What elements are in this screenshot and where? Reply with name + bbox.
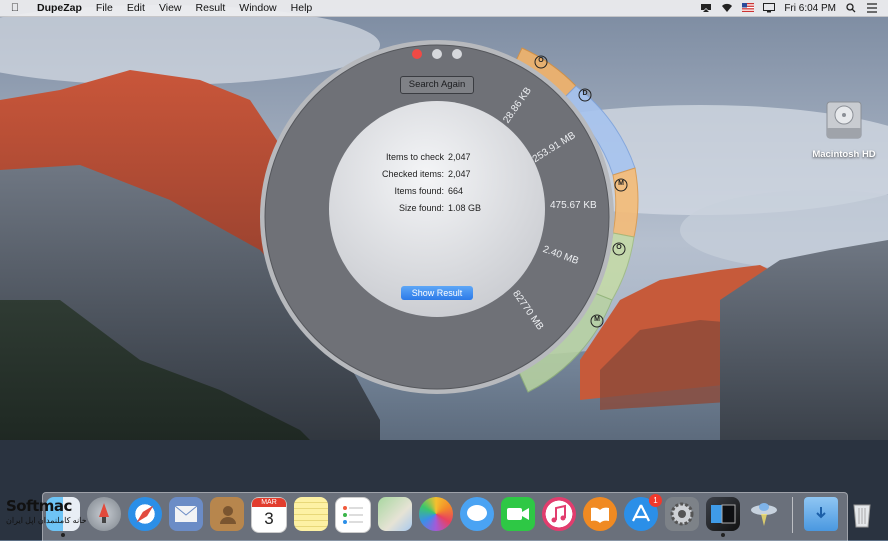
app-store-icon[interactable]: 1 bbox=[624, 494, 662, 531]
menu-app-name[interactable]: DupeZap bbox=[30, 2, 89, 14]
watermark-subtitle: خانه کاملنمدان اپل ایران bbox=[6, 516, 87, 525]
apple-menu-icon[interactable]:  bbox=[0, 2, 30, 14]
wifi-icon[interactable] bbox=[721, 3, 733, 13]
app-store-badge: 1 bbox=[649, 494, 662, 507]
stat-value: 2,047 bbox=[448, 151, 471, 162]
show-result-button[interactable]: Show Result bbox=[401, 286, 473, 300]
status-menus: Fri 6:04 PM bbox=[700, 3, 888, 14]
dupezap-icon[interactable] bbox=[706, 497, 740, 537]
stat-row: Items found: 664 bbox=[352, 182, 512, 199]
segment-3[interactable] bbox=[612, 167, 639, 238]
window-controls bbox=[412, 49, 462, 59]
downloads-folder-icon[interactable] bbox=[804, 497, 838, 531]
ibooks-icon[interactable] bbox=[583, 497, 617, 531]
calendar-icon[interactable]: MAR 3 bbox=[251, 497, 287, 533]
us-flag-icon[interactable] bbox=[742, 3, 755, 13]
segment-letter-2: D bbox=[582, 90, 588, 97]
segment-letter-5: M bbox=[594, 316, 600, 323]
safari-icon[interactable] bbox=[128, 497, 162, 531]
menu-window[interactable]: Window bbox=[232, 2, 283, 14]
mail-icon[interactable] bbox=[169, 497, 203, 531]
notes-icon[interactable] bbox=[294, 497, 328, 531]
stat-label: Size found: bbox=[398, 202, 444, 213]
stat-row: Checked items: 2,047 bbox=[352, 165, 512, 182]
search-again-button[interactable]: Search Again bbox=[400, 76, 474, 94]
segment-letter-1: O bbox=[538, 57, 544, 64]
notification-center-icon[interactable] bbox=[866, 3, 878, 13]
launchpad-icon[interactable] bbox=[87, 497, 121, 531]
minimize-button[interactable] bbox=[432, 49, 442, 59]
softmac-watermark: Softmac خانه کاملنمدان اپل ایران bbox=[6, 497, 87, 525]
maps-icon[interactable] bbox=[378, 497, 412, 531]
menu-view[interactable]: View bbox=[152, 2, 189, 14]
ufo-icon[interactable] bbox=[747, 497, 781, 531]
messages-icon[interactable] bbox=[460, 497, 494, 531]
zoom-button[interactable] bbox=[452, 49, 462, 59]
photos-icon[interactable] bbox=[419, 497, 453, 531]
watermark-title: Softmac bbox=[6, 497, 72, 515]
stat-row: Items to check 2,047 bbox=[352, 148, 512, 165]
stat-value: 664 bbox=[448, 185, 464, 196]
calendar-day: 3 bbox=[264, 509, 274, 528]
stat-label: Items to check bbox=[385, 151, 444, 162]
stat-label: Checked items: bbox=[381, 168, 444, 179]
display-mirroring-icon[interactable] bbox=[763, 3, 776, 13]
clock[interactable]: Fri 6:04 PM bbox=[784, 3, 836, 14]
trash-icon[interactable] bbox=[845, 497, 879, 531]
segment-letter-3: M bbox=[618, 180, 624, 187]
menu-edit[interactable]: Edit bbox=[120, 2, 152, 14]
reminders-icon[interactable] bbox=[335, 497, 371, 533]
dock-separator bbox=[792, 497, 793, 533]
menu-bar:  DupeZap File Edit View Result Window H… bbox=[0, 0, 888, 17]
menu-help[interactable]: Help bbox=[284, 2, 320, 14]
segment-size-3: 475.67 KB bbox=[550, 200, 597, 211]
stats-panel: Items to check 2,047 Checked items: 2,047 … bbox=[352, 148, 512, 216]
system-preferences-icon[interactable] bbox=[665, 497, 699, 531]
menu-result[interactable]: Result bbox=[189, 2, 233, 14]
contacts-icon[interactable] bbox=[210, 497, 244, 531]
stat-value: 1.08 GB bbox=[448, 202, 482, 213]
calendar-month: MAR bbox=[252, 498, 286, 507]
stat-label: Items found: bbox=[394, 185, 444, 196]
itunes-icon[interactable] bbox=[542, 497, 576, 531]
spotlight-search-icon[interactable] bbox=[845, 3, 857, 13]
menu-file[interactable]: File bbox=[89, 2, 120, 14]
stat-value: 2,047 bbox=[448, 168, 471, 179]
facetime-icon[interactable] bbox=[501, 497, 535, 531]
segment-letter-4: O bbox=[616, 244, 622, 251]
airplay-icon[interactable] bbox=[700, 3, 712, 13]
dock-icons: MAR 3 1 bbox=[46, 494, 879, 537]
close-button[interactable] bbox=[412, 49, 422, 59]
stat-row: Size found: 1.08 GB bbox=[352, 199, 512, 216]
